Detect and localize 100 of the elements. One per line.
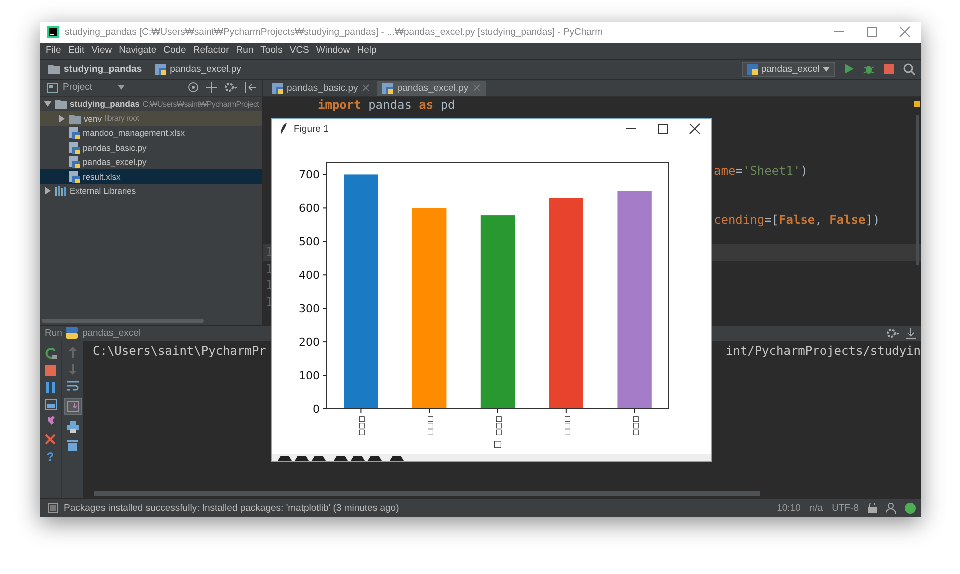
menu-item[interactable]: Code (164, 45, 186, 56)
editor-tab[interactable]: pandas_excel.py (377, 80, 486, 96)
breadcrumb-item[interactable]: studying_pandas (64, 64, 142, 75)
person-icon[interactable] (886, 502, 896, 514)
target-icon[interactable] (188, 82, 199, 94)
console-output: int/PycharmProjects/studyin (726, 344, 921, 358)
python-icon (66, 327, 78, 340)
code-line: import pandas as pd (318, 98, 456, 112)
layout-icon[interactable] (44, 398, 56, 410)
bug-icon[interactable] (863, 63, 875, 76)
toolbar-icon[interactable] (367, 454, 383, 461)
window-title: studying_pandas [C:₩Users₩saint₩PycharmProjects₩studying_pandas] - ...₩pandas_excel.py [studying_pandas] - PyCharm (65, 26, 604, 38)
menu-item[interactable]: Help (357, 45, 377, 56)
path-hint: library root (104, 114, 140, 124)
hide-panel-icon[interactable] (906, 328, 916, 339)
scrollbar[interactable] (916, 114, 919, 265)
y-tick-label: 100 (299, 370, 320, 383)
y-tick-label: 600 (299, 202, 320, 216)
menu-item[interactable]: Refactor (193, 45, 230, 56)
toolbar-icon[interactable] (350, 454, 366, 461)
python-icon (747, 64, 758, 75)
menu-item[interactable]: View (92, 45, 112, 56)
trash-icon[interactable] (67, 438, 78, 451)
settings-icon[interactable] (224, 82, 238, 94)
tree-item[interactable]: studying_pandas C:₩Users₩saint₩PycharmProject (40, 96, 262, 112)
tree-item[interactable]: pandas_basic.py (40, 140, 262, 155)
file-encoding[interactable]: UTF-8 (832, 502, 859, 514)
menu-item[interactable]: Tools (260, 45, 283, 56)
pause-icon[interactable] (45, 382, 56, 393)
tree-item[interactable]: pandas_excel.py (40, 154, 262, 170)
window-title: Figure 1 (294, 124, 329, 134)
stop-icon[interactable] (45, 364, 56, 376)
status-message: Packages installed successfully: Installed packages: 'matplotlib' (3 minutes ago) (64, 502, 400, 514)
toolbar-icon[interactable] (333, 454, 349, 461)
menu-item[interactable]: File (46, 45, 62, 56)
scroll-to-end-button[interactable] (64, 398, 82, 415)
caret-position[interactable]: 10:10 (777, 502, 801, 514)
app-logo-icon (47, 26, 59, 38)
search-icon[interactable] (903, 62, 916, 76)
print-icon[interactable] (66, 420, 78, 433)
scrollbar[interactable] (94, 491, 760, 496)
y-tick-label: 700 (299, 168, 320, 182)
close-icon[interactable] (689, 123, 701, 135)
file-icon (69, 142, 80, 154)
project-view-icon (47, 82, 58, 93)
menu-item[interactable]: Run (236, 45, 254, 56)
scrollbar[interactable] (42, 318, 204, 323)
y-tick-label: 300 (299, 302, 320, 316)
collapsed-arrow-icon[interactable] (44, 187, 52, 196)
tree-item[interactable]: venv library root (40, 111, 262, 126)
editor-tab[interactable]: pandas_basic.py (267, 80, 376, 96)
line-separator[interactable]: n/a (810, 502, 824, 514)
toolbar-icon[interactable] (277, 454, 293, 461)
hide-panel-icon[interactable] (245, 82, 256, 94)
collapse-icon[interactable] (206, 82, 217, 94)
feather-icon (280, 123, 288, 135)
folder-icon (69, 114, 81, 124)
tree-item[interactable]: result.xlsx (40, 169, 262, 184)
file-icon (69, 170, 80, 183)
y-tick-label: 500 (299, 236, 320, 249)
caret-icon[interactable] (118, 85, 125, 90)
toolbar-icon[interactable] (294, 454, 310, 461)
file-icon (69, 127, 80, 140)
y-axis: 0 100 200 300 400 500 600 700 (299, 168, 328, 416)
event-log-icon[interactable] (905, 502, 916, 514)
toolbar-icon[interactable] (311, 454, 327, 461)
code-line: cending=[False, False]) (714, 212, 880, 227)
caret-icon (823, 66, 830, 72)
menu-item[interactable]: Edit (68, 45, 85, 56)
run-config-dropdown[interactable]: pandas_excel (742, 62, 835, 77)
tree-item[interactable]: External Libraries (40, 184, 262, 198)
file-icon (69, 156, 80, 168)
run-config-name: pandas_excel (82, 328, 142, 339)
folder-icon (48, 64, 60, 74)
python-file-icon (382, 82, 394, 94)
library-icon (55, 186, 67, 196)
help-button[interactable]: ? (46, 450, 54, 463)
console-output: C:\Users\saint\PycharmPr (93, 344, 266, 358)
soft-wrap-icon[interactable] (66, 380, 78, 392)
collapsed-arrow-icon[interactable] (58, 114, 66, 123)
menu-item[interactable]: VCS (290, 45, 310, 56)
panel-title[interactable]: Project (63, 82, 93, 94)
tree-item[interactable]: mandoo_management.xlsx (40, 126, 262, 140)
run-icon[interactable] (843, 63, 855, 76)
settings-icon[interactable] (886, 328, 900, 339)
y-tick-label: 0 (313, 403, 320, 416)
maximize-icon[interactable] (657, 123, 669, 135)
panel-toggle-icon[interactable] (48, 503, 58, 514)
breadcrumb-item[interactable]: pandas_excel.py (170, 64, 242, 75)
menu-item[interactable]: Window (316, 45, 350, 56)
warning-marker[interactable] (914, 100, 920, 107)
path-hint: C:₩Users₩saint₩PycharmProject (142, 100, 260, 109)
toolbar-icon[interactable] (389, 454, 405, 461)
rerun-icon[interactable] (44, 346, 56, 359)
stop-icon[interactable] (883, 63, 895, 76)
code-line: ame='Sheet1') (714, 164, 808, 178)
menu-item[interactable]: Navigate (119, 45, 157, 56)
expanded-arrow-icon[interactable] (44, 100, 52, 108)
panel-title: Run (45, 328, 62, 339)
lock-icon[interactable] (868, 503, 877, 514)
